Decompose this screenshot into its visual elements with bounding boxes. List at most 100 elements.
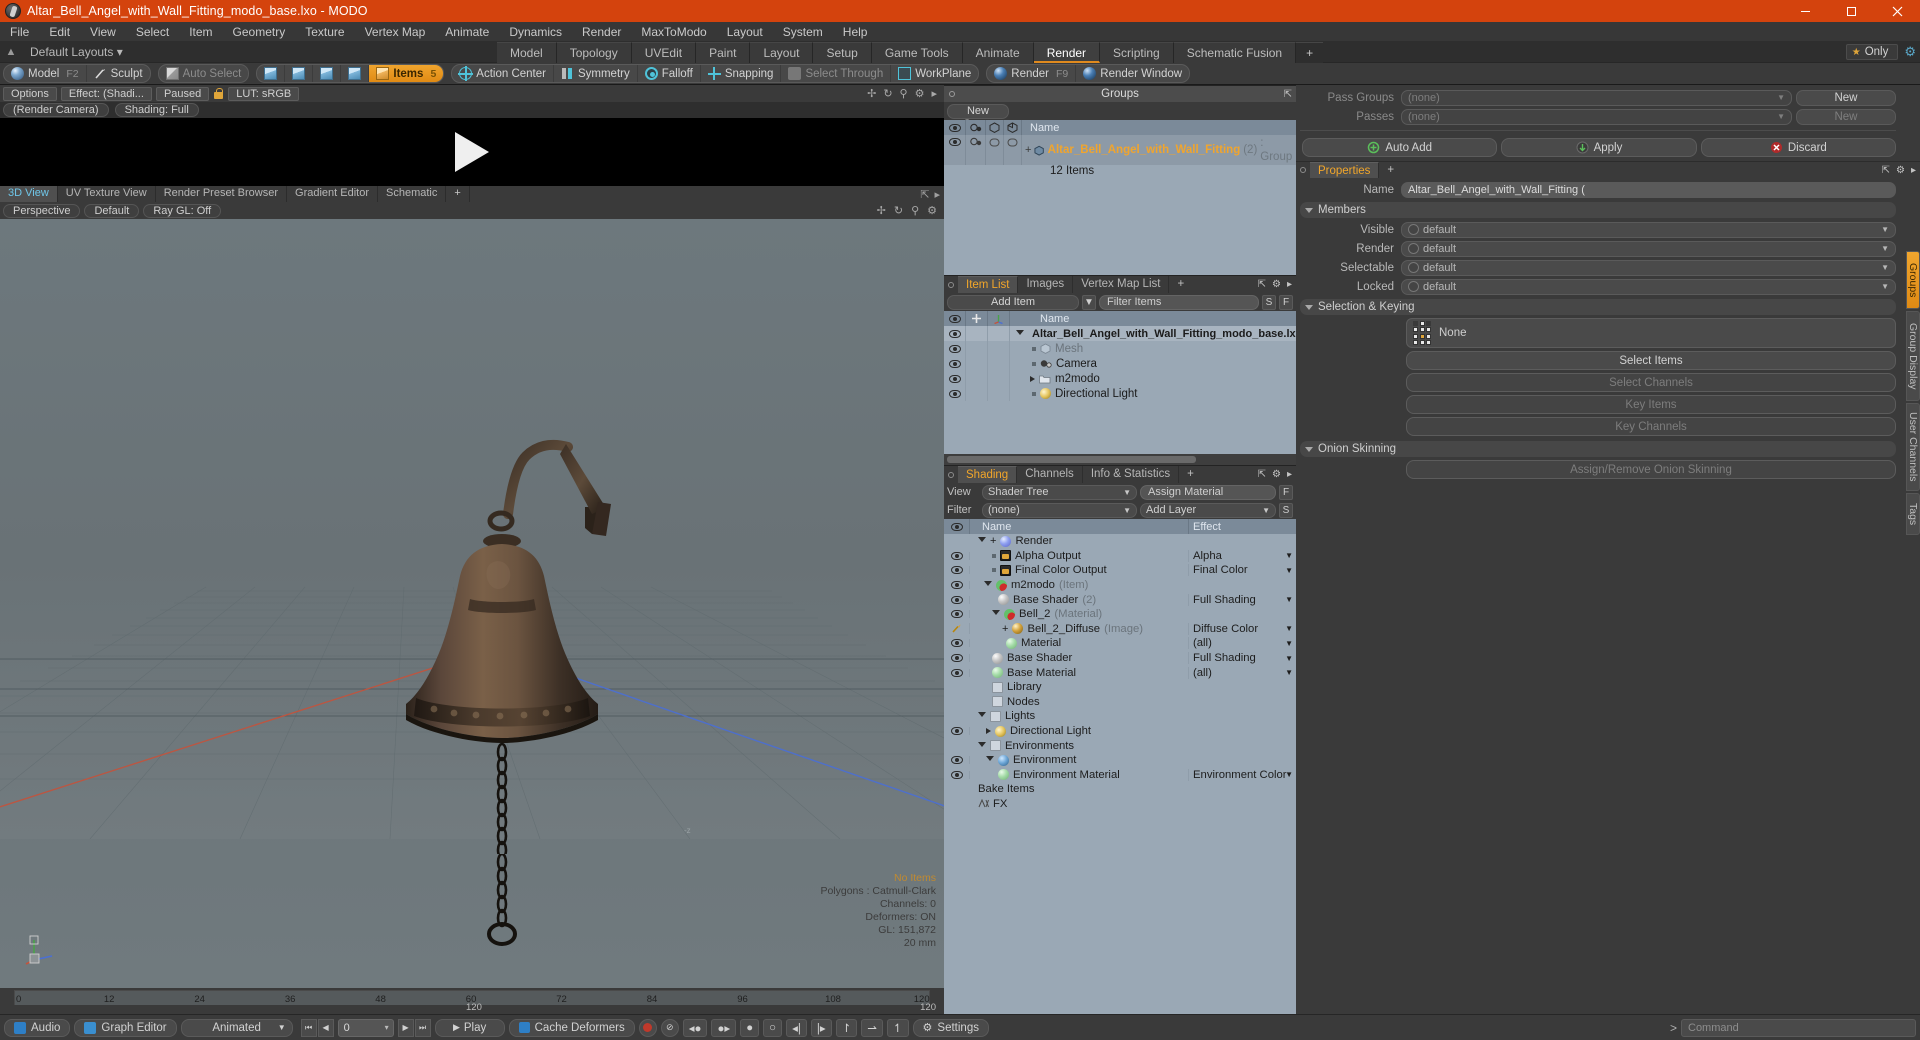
shader-effect[interactable]: (all) ▼ (1188, 666, 1296, 679)
play-button[interactable]: ▶ Play (434, 1018, 505, 1037)
members-section-header[interactable]: Members (1300, 202, 1896, 218)
expand-icon[interactable]: ⇱ (1258, 279, 1266, 290)
mode-model-button[interactable]: Model F2 (4, 65, 87, 82)
row-eye-icon[interactable] (948, 344, 961, 353)
row-visibility-toggle[interactable] (986, 135, 1004, 165)
tab-add-button[interactable]: + (446, 186, 470, 202)
menu-item-maxtomodo[interactable]: MaxToModo (631, 22, 716, 42)
shader-tree-row[interactable]: Base Shader Full Shading ▼ (944, 651, 1296, 666)
viewport-raygl-dropdown[interactable]: Ray GL: Off (143, 203, 222, 218)
shader-name[interactable]: Lights (1005, 710, 1035, 722)
tab-info-statistics[interactable]: Info & Statistics (1083, 466, 1180, 483)
timeline-bar[interactable]: 0 12 24 36 48 60 72 84 96 108 120 120 12… (0, 988, 944, 1014)
vtab-groups[interactable]: Groups (1906, 251, 1920, 309)
shader-name[interactable]: Base Shader (1013, 594, 1078, 606)
row-eye-icon[interactable] (948, 138, 961, 146)
selection-keying-section-header[interactable]: Selection & Keying (1300, 299, 1896, 315)
vtab-group-display[interactable]: Group Display (1906, 311, 1920, 401)
play-triangle-icon[interactable] (455, 132, 489, 172)
create-key-button[interactable]: ● (740, 1018, 760, 1037)
key-range-end-button[interactable]: |▸ (810, 1018, 832, 1037)
assign-remove-onion-skinning-button[interactable]: Assign/Remove Onion Skinning (1406, 460, 1896, 479)
chevron-right-icon[interactable]: ▸ (934, 188, 940, 201)
shader-name[interactable]: Nodes (1007, 696, 1040, 708)
key-range-start-button[interactable]: ◂| (786, 1018, 807, 1037)
items-mode-button[interactable]: Items 5 (369, 65, 444, 82)
gear-icon[interactable]: ⚙ (1272, 469, 1281, 480)
shader-tree-view-dropdown[interactable]: Shader Tree ▼ (982, 484, 1137, 500)
row-eye-icon[interactable] (948, 359, 961, 368)
groups-table-row[interactable]: + Altar_Bell_Angel_with_Wall_Fitting (2)… (944, 135, 1296, 177)
item-list-body[interactable]: Altar_Bell_Angel_with_Wall_Fitting_modo_… (944, 326, 1296, 465)
tab-item-list[interactable]: Item List (958, 276, 1019, 293)
workplane-button[interactable]: WorkPlane (891, 65, 978, 82)
zoom-icon[interactable]: ⚲ (900, 87, 908, 100)
discard-button[interactable]: Discard (1700, 138, 1896, 157)
tab-scripting[interactable]: Scripting (1100, 42, 1174, 63)
material-mode-button[interactable] (341, 65, 370, 82)
selectable-radio[interactable] (1408, 262, 1419, 273)
viewport-3d-canvas[interactable]: -x-z (0, 219, 944, 988)
shader-effect[interactable]: Environment Color ▼ (1188, 768, 1296, 781)
expander-icon[interactable] (978, 537, 986, 545)
no-record-button[interactable]: ⊘ (660, 1018, 679, 1037)
close-button[interactable] (1874, 0, 1920, 22)
table-row[interactable]: Mesh (944, 341, 1296, 356)
spinner-icon[interactable]: ▾ (385, 1023, 389, 1032)
row-eye-icon[interactable] (950, 639, 963, 648)
layer-s-button[interactable]: S (1279, 502, 1293, 518)
tab-render-preset-browser[interactable]: Render Preset Browser (156, 186, 288, 202)
table-row[interactable]: Directional Light (944, 386, 1296, 401)
item-name[interactable]: Directional Light (1055, 388, 1137, 400)
shader-tree-row[interactable]: FX (944, 797, 1296, 812)
shader-name[interactable]: FX (993, 798, 1007, 810)
chevron-right-icon[interactable]: ▸ (931, 87, 937, 100)
assign-material-button[interactable]: Assign Material (1140, 484, 1276, 500)
menu-item-file[interactable]: File (0, 22, 39, 42)
shader-tree-row[interactable]: Environment Material Environment Color ▼ (944, 768, 1296, 783)
selectable-dropdown[interactable]: default ▼ (1401, 259, 1896, 276)
row-eye-icon[interactable] (950, 668, 963, 677)
apply-button[interactable]: Apply (1501, 138, 1697, 157)
table-row[interactable]: Altar_Bell_Angel_with_Wall_Fitting_modo_… (944, 326, 1296, 341)
menu-item-dynamics[interactable]: Dynamics (499, 22, 572, 42)
render-camera-dropdown[interactable]: (Render Camera) (3, 103, 109, 117)
tab-schematic[interactable]: Schematic (378, 186, 447, 202)
viewport-shading-dropdown[interactable]: Default (84, 203, 140, 218)
expander-icon[interactable] (986, 756, 994, 764)
default-layouts-dropdown[interactable]: Default Layouts ▾ (22, 45, 131, 59)
gear-icon[interactable]: ⚙ (1896, 165, 1905, 176)
shader-name[interactable]: Bake Items (978, 783, 1035, 795)
shader-tree-row[interactable]: Directional Light (944, 724, 1296, 739)
add-item-button[interactable]: Add Item (947, 294, 1079, 310)
shader-name[interactable]: Library (1007, 681, 1042, 693)
preview-paused-button[interactable]: Paused (155, 86, 210, 101)
plus-icon[interactable]: + (990, 535, 996, 547)
expand-icon[interactable]: ⇱ (1284, 89, 1292, 100)
render-dropdown[interactable]: default ▼ (1401, 240, 1896, 257)
onion-skinning-section-header[interactable]: Onion Skinning (1300, 441, 1896, 457)
shader-effect[interactable]: (all) ▼ (1188, 637, 1296, 650)
settings-button[interactable]: ⚙ Settings (912, 1018, 989, 1037)
tab-topology[interactable]: Topology (556, 42, 632, 63)
menu-item-layout[interactable]: Layout (717, 22, 773, 42)
menu-item-view[interactable]: View (80, 22, 126, 42)
shader-tree-row[interactable]: Base Shader (2) Full Shading ▼ (944, 592, 1296, 607)
row-eye-icon[interactable] (950, 581, 963, 590)
locked-radio[interactable] (1408, 281, 1419, 292)
expander-icon[interactable] (992, 610, 1000, 618)
pass-groups-new-button[interactable]: New (1796, 89, 1896, 106)
chevron-right-icon[interactable]: ▸ (1911, 165, 1916, 176)
item-name[interactable]: Altar_Bell_Angel_with_Wall_Fitting_modo_… (1032, 328, 1296, 340)
groups-list-body[interactable]: + Altar_Bell_Angel_with_Wall_Fitting (2)… (944, 135, 1296, 275)
group-expander-icon[interactable]: + (1025, 143, 1031, 157)
row-eye-icon[interactable] (948, 329, 961, 338)
filter-s-button[interactable]: S (1262, 294, 1276, 310)
falloff-button[interactable]: Falloff (638, 65, 701, 82)
current-frame-input[interactable]: 0 ▾ (337, 1018, 394, 1037)
tab-uv-texture-view[interactable]: UV Texture View (58, 186, 156, 202)
visible-dropdown[interactable]: default ▼ (1401, 221, 1896, 238)
shader-name[interactable]: m2modo (1011, 579, 1055, 591)
expander-icon[interactable] (986, 728, 991, 735)
shader-name[interactable]: Base Shader (1007, 652, 1072, 664)
